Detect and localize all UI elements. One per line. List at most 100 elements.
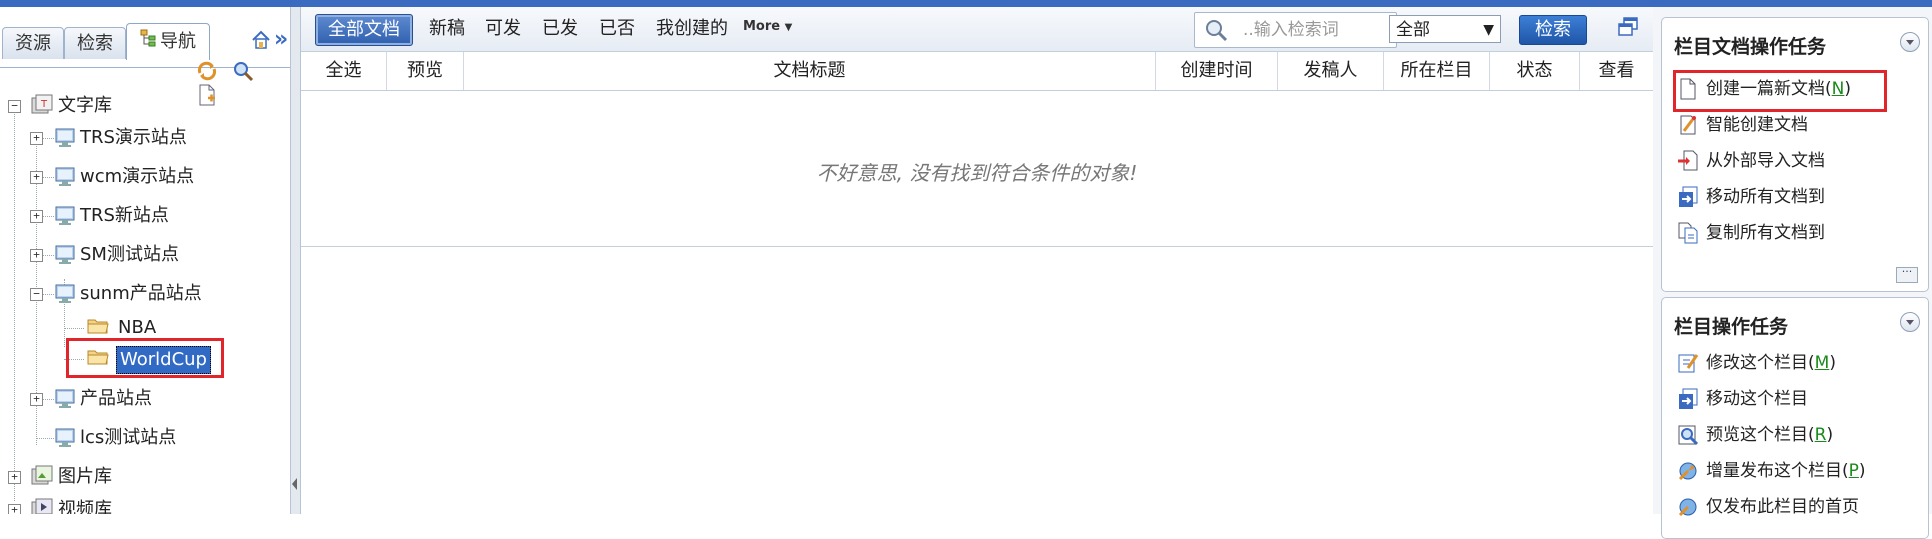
- home-icon[interactable]: [250, 29, 272, 56]
- highlight-box-create-document: [1673, 70, 1887, 112]
- window-toggle-icon[interactable]: [1616, 15, 1640, 44]
- column-preview[interactable]: 预览: [387, 52, 464, 90]
- collapse-toggle[interactable]: −: [8, 100, 21, 113]
- task-edit-channel[interactable]: 修改这个栏目(M): [1676, 348, 1836, 378]
- task-publish-homepage[interactable]: 仅发布此栏目的首页: [1676, 492, 1859, 522]
- collapse-card-icon[interactable]: [1900, 32, 1920, 52]
- more-filters-button[interactable]: More ▼: [743, 19, 792, 34]
- tree-node-site[interactable]: lcs测试站点: [0, 425, 290, 451]
- task-import-document[interactable]: 从外部导入文档: [1676, 146, 1825, 176]
- search-button[interactable]: 检索: [1519, 15, 1587, 45]
- task-move-all-documents[interactable]: 移动所有文档到: [1676, 182, 1825, 212]
- expand-toggle[interactable]: +: [30, 249, 43, 262]
- table-body-divider: [301, 246, 1653, 247]
- hotkey: P: [1848, 461, 1859, 481]
- refresh-icon[interactable]: [195, 59, 219, 83]
- move-channel-icon: [1676, 387, 1700, 411]
- task-label: 修改这个栏目: [1706, 353, 1808, 373]
- column-title[interactable]: 文档标题: [464, 52, 1156, 90]
- tree-node-site[interactable]: + TRS新站点: [0, 203, 290, 229]
- panel-tabs: 资源 检索 导航 »: [0, 17, 293, 68]
- task-preview-channel[interactable]: 预览这个栏目(R): [1676, 420, 1833, 450]
- task-label: 预览这个栏目: [1706, 425, 1808, 445]
- tree-node-text-library[interactable]: − T 文字库: [0, 93, 290, 119]
- site-icon: [54, 125, 78, 157]
- locate-icon[interactable]: [231, 59, 255, 83]
- column-view[interactable]: 查看: [1580, 52, 1653, 90]
- collapse-toggle[interactable]: −: [30, 288, 43, 301]
- site-icon: [54, 386, 78, 418]
- highlight-box-worldcup: [66, 338, 224, 378]
- task-label: 移动这个栏目: [1706, 389, 1808, 409]
- document-tasks-card: 栏目文档操作任务 创建一篇新文档(N) 智能创建文档 从外部导入文档 移动所有文…: [1661, 17, 1929, 292]
- column-status[interactable]: 状态: [1490, 52, 1580, 90]
- tab-published[interactable]: 已发: [542, 14, 578, 44]
- tree-node-label: sunm产品站点: [80, 283, 202, 304]
- site-icon: [54, 281, 78, 313]
- filter-toolbar: 全部文档 新稿 可发 已发 已否 我创建的 More ▼ 全部 ▼ 检索: [301, 7, 1653, 52]
- column-author[interactable]: 发稿人: [1278, 52, 1384, 90]
- collapse-card-icon[interactable]: [1900, 312, 1920, 332]
- import-document-icon: [1676, 149, 1700, 173]
- document-tasks-title: 栏目文档操作任务: [1674, 36, 1827, 58]
- expand-toggle[interactable]: +: [8, 504, 21, 514]
- task-label: 智能创建文档: [1706, 115, 1808, 135]
- tree-node-video-library[interactable]: + 视频库: [0, 497, 290, 514]
- library-icon: T: [30, 93, 54, 125]
- tab-new-drafts[interactable]: 新稿: [429, 14, 465, 44]
- tab-publishable[interactable]: 可发: [485, 14, 521, 44]
- expand-toggle[interactable]: +: [30, 171, 43, 184]
- channel-tasks-title: 栏目操作任务: [1674, 316, 1789, 338]
- tree-node-image-library[interactable]: + 图片库: [0, 464, 290, 490]
- site-icon: [54, 164, 78, 196]
- expand-toggle[interactable]: +: [30, 132, 43, 145]
- tree-node-site[interactable]: + 产品站点: [0, 386, 290, 412]
- document-list-panel: 全部文档 新稿 可发 已发 已否 我创建的 More ▼ 全部 ▼ 检索 全选 …: [300, 7, 1654, 514]
- tree-node-label: 产品站点: [80, 388, 152, 409]
- task-smart-create[interactable]: 智能创建文档: [1676, 110, 1808, 140]
- empty-result-message: 不好意思, 没有找到符合条件的对象!: [816, 161, 1138, 185]
- tree-node-label: wcm演示站点: [80, 166, 195, 187]
- task-incremental-publish[interactable]: 增量发布这个栏目(P): [1676, 456, 1866, 486]
- expand-panel-icon[interactable]: »: [274, 27, 288, 52]
- more-tasks-button[interactable]: ···: [1896, 266, 1918, 283]
- search-scope-value: 全部: [1396, 20, 1430, 40]
- tree-node-site[interactable]: + TRS演示站点: [0, 125, 290, 151]
- task-label: 复制所有文档到: [1706, 223, 1825, 243]
- table-header: 全选 预览 文档标题 创建时间 发稿人 所在栏目 状态 查看: [301, 52, 1653, 91]
- tree-branch: [64, 328, 84, 329]
- video-library-icon: [30, 497, 54, 514]
- publish-icon: [1676, 459, 1700, 483]
- column-created-time[interactable]: 创建时间: [1156, 52, 1278, 90]
- tree-nav-icon: [140, 24, 156, 60]
- tree-node-label: 图片库: [58, 466, 112, 487]
- tab-resources[interactable]: 资源: [2, 27, 64, 59]
- move-documents-icon: [1676, 185, 1700, 209]
- search-input[interactable]: [1241, 16, 1393, 44]
- tree-node-label: TRS演示站点: [80, 127, 187, 148]
- site-icon: [54, 203, 78, 235]
- tab-created-by-me[interactable]: 我创建的: [656, 14, 728, 44]
- tree-node-site[interactable]: + wcm演示站点: [0, 164, 290, 190]
- tab-rejected[interactable]: 已否: [599, 14, 635, 44]
- expand-toggle[interactable]: +: [8, 471, 21, 484]
- more-arrow-icon: ▼: [784, 22, 793, 33]
- column-select-all[interactable]: 全选: [301, 52, 387, 90]
- task-move-channel[interactable]: 移动这个栏目: [1676, 384, 1808, 414]
- tree-node-label: 视频库: [58, 499, 112, 514]
- smart-create-icon: [1676, 113, 1700, 137]
- tab-navigation[interactable]: 导航: [126, 23, 210, 60]
- tab-search[interactable]: 检索: [64, 27, 126, 59]
- expand-toggle[interactable]: +: [30, 210, 43, 223]
- search-scope-select[interactable]: 全部 ▼: [1389, 15, 1501, 43]
- collapse-left-arrow-icon[interactable]: [292, 478, 297, 490]
- tab-all-documents[interactable]: 全部文档: [315, 14, 413, 46]
- tree-branch: [36, 438, 54, 439]
- column-channel[interactable]: 所在栏目: [1384, 52, 1490, 90]
- task-label: 增量发布这个栏目: [1706, 461, 1842, 481]
- tree-node-site[interactable]: − sunm产品站点: [0, 281, 290, 307]
- expand-toggle[interactable]: +: [30, 393, 43, 406]
- task-label: 从外部导入文档: [1706, 151, 1825, 171]
- tree-node-site[interactable]: + SM测试站点: [0, 242, 290, 268]
- task-copy-all-documents[interactable]: 复制所有文档到: [1676, 218, 1825, 248]
